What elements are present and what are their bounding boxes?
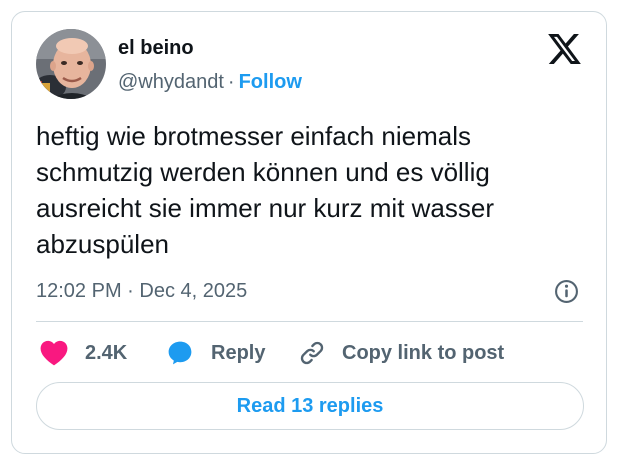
author-handle[interactable]: @whydandt bbox=[118, 71, 224, 93]
divider bbox=[36, 321, 583, 322]
tweet-timestamp[interactable]: 12:02 PM · Dec 4, 2025 bbox=[36, 278, 247, 304]
copy-link-label: Copy link to post bbox=[342, 341, 505, 364]
tweet-text: heftig wie brotmesser einfach niemals sc… bbox=[36, 121, 494, 259]
reply-button[interactable]: Reply bbox=[166, 338, 265, 368]
copy-link-button[interactable]: Copy link to post bbox=[298, 338, 504, 368]
follow-button[interactable]: Follow bbox=[239, 71, 302, 93]
avatar[interactable] bbox=[36, 29, 106, 99]
author-handle-row: @whydandt · Follow bbox=[118, 69, 302, 95]
like-count: 2.4K bbox=[85, 341, 128, 364]
like-button[interactable]: 2.4K bbox=[40, 338, 127, 368]
x-logo-icon[interactable] bbox=[548, 34, 581, 64]
read-replies-button[interactable]: Read 13 replies bbox=[36, 382, 584, 430]
author-name[interactable]: el beino bbox=[118, 36, 194, 60]
avatar-image bbox=[36, 29, 106, 99]
speech-bubble-icon bbox=[168, 341, 192, 365]
info-icon[interactable] bbox=[554, 279, 579, 304]
heart-icon bbox=[40, 340, 68, 366]
separator-dot: · bbox=[227, 71, 235, 93]
reply-label: Reply bbox=[211, 341, 266, 364]
link-icon bbox=[300, 341, 324, 365]
